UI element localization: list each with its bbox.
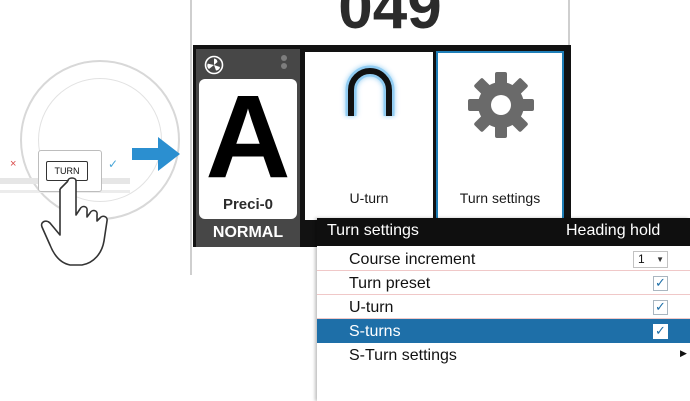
menu-title: Turn settings [327, 222, 419, 239]
frame-edge-line-right [568, 0, 570, 45]
mode-letter: A [205, 71, 291, 203]
mode-name: Preci-0 [222, 196, 274, 213]
turn-settings-label: Turn settings [459, 190, 541, 206]
course-increment-dropdown[interactable]: 1 ▼ [633, 251, 668, 268]
cancel-key-icon: × [10, 158, 17, 170]
turn-preset-checkbox[interactable]: ✓ [653, 276, 668, 291]
mode-state: NORMAL [212, 224, 284, 241]
u-turn-label: U-turn [349, 190, 389, 206]
dropdown-value: 1 [638, 252, 645, 266]
chevron-right-icon: ▶ [680, 348, 687, 358]
menu-item-label: U-turn [349, 299, 394, 316]
menu-item-label: S-turns [349, 323, 401, 340]
u-turn-checkbox[interactable]: ✓ [653, 300, 668, 315]
heading-readout: 049 [338, 0, 441, 34]
u-turn-icon [345, 65, 395, 116]
heading-value: 049 [338, 0, 441, 34]
menu-item-label: Turn preset [349, 275, 431, 292]
menu-item-label: S-Turn settings [349, 347, 457, 364]
arrow-right-icon [132, 137, 180, 171]
s-turns-checkbox[interactable]: ✓ [653, 324, 668, 339]
chevron-down-icon: ▼ [656, 255, 664, 264]
gear-icon [468, 72, 534, 138]
confirm-key-icon: ✓ [108, 157, 119, 171]
frame-edge-line [190, 0, 192, 275]
pointing-hand-icon [40, 177, 108, 266]
menu-mode-label: Heading hold [566, 222, 661, 239]
menu-item-label: Course increment [349, 251, 476, 268]
